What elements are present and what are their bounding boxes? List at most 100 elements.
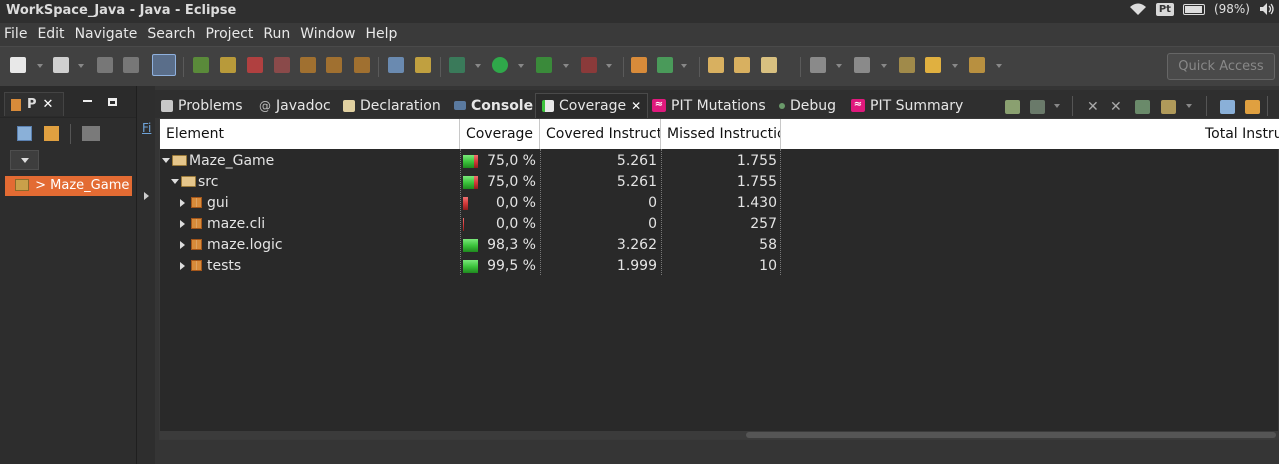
- step-over-icon[interactable]: [326, 57, 342, 73]
- close-icon[interactable]: ✕: [43, 97, 54, 112]
- horizontal-scrollbar[interactable]: [160, 431, 1279, 439]
- session-icon[interactable]: [1030, 100, 1045, 114]
- tab-javadoc[interactable]: @ Javadoc: [259, 93, 331, 118]
- disconnect-icon[interactable]: [274, 57, 290, 73]
- link-with-editor-icon[interactable]: [44, 126, 59, 141]
- tab-console[interactable]: Console: [454, 93, 533, 118]
- external-tools-icon[interactable]: [581, 57, 597, 73]
- table-row[interactable]: gui 0,0 % 0 1.430: [160, 193, 1279, 214]
- debug-icon[interactable]: [449, 57, 465, 73]
- quick-access-input[interactable]: Quick Access: [1167, 53, 1275, 80]
- tab-problems[interactable]: Problems: [161, 93, 243, 118]
- menu-file[interactable]: File: [0, 23, 32, 46]
- external-tools-dropdown-icon[interactable]: [606, 64, 612, 68]
- annotation-next-icon[interactable]: [810, 57, 826, 73]
- run-dropdown-icon[interactable]: [518, 64, 524, 68]
- skip-breakpoints-icon[interactable]: [152, 54, 176, 76]
- expand-icon[interactable]: [180, 241, 185, 249]
- expand-icon[interactable]: [180, 220, 185, 228]
- open-task-icon[interactable]: [734, 57, 750, 73]
- volume-icon[interactable]: [1259, 2, 1275, 16]
- battery-icon[interactable]: [1182, 3, 1205, 15]
- expand-arrow-icon[interactable]: [144, 192, 149, 200]
- forward-icon[interactable]: [969, 57, 985, 73]
- tab-pit-summary[interactable]: ≈ PIT Summary: [851, 93, 963, 118]
- collapse-all-icon[interactable]: [1220, 100, 1235, 114]
- new-icon[interactable]: [10, 57, 26, 73]
- save-icon[interactable]: [97, 57, 113, 73]
- forward-dropdown-icon[interactable]: [996, 64, 1002, 68]
- coverage-run-icon[interactable]: [536, 57, 552, 73]
- relaunch-icon[interactable]: [1005, 100, 1020, 114]
- collapse-icon[interactable]: [162, 158, 170, 163]
- back-icon[interactable]: [925, 57, 941, 73]
- search-icon[interactable]: [761, 57, 777, 73]
- tree-item-maze-game[interactable]: > Maze_Game: [5, 176, 132, 196]
- new-class-icon[interactable]: [657, 57, 673, 73]
- step-into-icon[interactable]: [300, 57, 316, 73]
- tab-coverage[interactable]: Coverage ✕: [535, 93, 649, 118]
- save-all-icon[interactable]: [123, 57, 139, 73]
- editor-link[interactable]: Fi: [142, 121, 151, 135]
- package-explorer-tab[interactable]: P ✕: [4, 92, 64, 116]
- remove-session-icon[interactable]: ✕: [1087, 100, 1102, 114]
- menu-navigate[interactable]: Navigate: [70, 23, 143, 46]
- focus-task-icon[interactable]: [82, 126, 100, 141]
- resume-icon[interactable]: [193, 57, 209, 73]
- expand-icon[interactable]: [180, 262, 185, 270]
- collapse-all-icon[interactable]: [17, 126, 32, 141]
- column-header-missed-instructions[interactable]: Missed Instructic: [661, 119, 781, 149]
- back-dropdown-icon[interactable]: [952, 64, 958, 68]
- run-icon[interactable]: [492, 57, 508, 73]
- annotation-prev-dropdown-icon[interactable]: [881, 64, 887, 68]
- new-dropdown-icon[interactable]: [37, 64, 43, 68]
- table-row[interactable]: maze.logic 98,3 % 3.262 58: [160, 235, 1279, 256]
- menu-run[interactable]: Run: [258, 23, 295, 46]
- table-row[interactable]: Maze_Game 75,0 % 5.261 1.755: [160, 151, 1279, 172]
- table-row[interactable]: maze.cli 0,0 % 0 257: [160, 214, 1279, 235]
- last-edit-icon[interactable]: [899, 57, 915, 73]
- session-dropdown-icon[interactable]: [1054, 104, 1060, 108]
- terminate-icon[interactable]: [247, 57, 263, 73]
- scrollbar-thumb[interactable]: [746, 432, 1276, 438]
- minimize-icon[interactable]: [83, 100, 92, 102]
- remove-all-sessions-icon[interactable]: ✕: [1110, 100, 1125, 114]
- table-row[interactable]: tests 99,5 % 1.999 10: [160, 256, 1279, 277]
- collapse-icon[interactable]: [171, 179, 179, 184]
- column-header-coverage[interactable]: Coverage: [460, 119, 540, 149]
- use-step-filters-icon[interactable]: [388, 57, 404, 73]
- table-row[interactable]: src 75,0 % 5.261 1.755: [160, 172, 1279, 193]
- tab-declaration[interactable]: Declaration: [343, 93, 441, 118]
- suspend-icon[interactable]: [220, 57, 236, 73]
- tab-pit-mutations[interactable]: ≈ PIT Mutations: [652, 93, 766, 118]
- column-header-covered-instructions[interactable]: Covered Instruct: [540, 119, 661, 149]
- annotation-prev-icon[interactable]: [854, 57, 870, 73]
- debug-dropdown-icon[interactable]: [475, 64, 481, 68]
- step-return-icon[interactable]: [354, 57, 370, 73]
- annotation-next-dropdown-icon[interactable]: [836, 64, 842, 68]
- link-with-selection-icon[interactable]: [1245, 100, 1260, 114]
- wifi-icon[interactable]: [1129, 2, 1147, 16]
- keyboard-layout-indicator[interactable]: Pt: [1155, 2, 1174, 16]
- new-java-icon[interactable]: [53, 57, 69, 73]
- tab-debug[interactable]: Debug: [779, 93, 836, 118]
- new-package-icon[interactable]: [631, 57, 647, 73]
- open-type-icon[interactable]: [708, 57, 724, 73]
- new-java-dropdown-icon[interactable]: [78, 64, 84, 68]
- menu-help[interactable]: Help: [360, 23, 402, 46]
- merge-sessions-icon[interactable]: [1135, 100, 1150, 114]
- menu-search[interactable]: Search: [142, 23, 200, 46]
- new-class-dropdown-icon[interactable]: [681, 64, 687, 68]
- column-header-total-instructions[interactable]: Total Instru: [1199, 119, 1279, 149]
- view-menu-dropdown[interactable]: [10, 150, 39, 170]
- menu-project[interactable]: Project: [200, 23, 258, 46]
- close-icon[interactable]: ✕: [631, 99, 641, 113]
- drop-to-frame-icon[interactable]: [415, 57, 431, 73]
- maximize-icon[interactable]: [108, 98, 117, 106]
- expand-icon[interactable]: [180, 199, 185, 207]
- menu-window[interactable]: Window: [295, 23, 360, 46]
- coverage-run-dropdown-icon[interactable]: [563, 64, 569, 68]
- import-session-icon[interactable]: [1161, 100, 1176, 114]
- column-header-element[interactable]: Element: [160, 119, 460, 149]
- menu-edit[interactable]: Edit: [32, 23, 69, 46]
